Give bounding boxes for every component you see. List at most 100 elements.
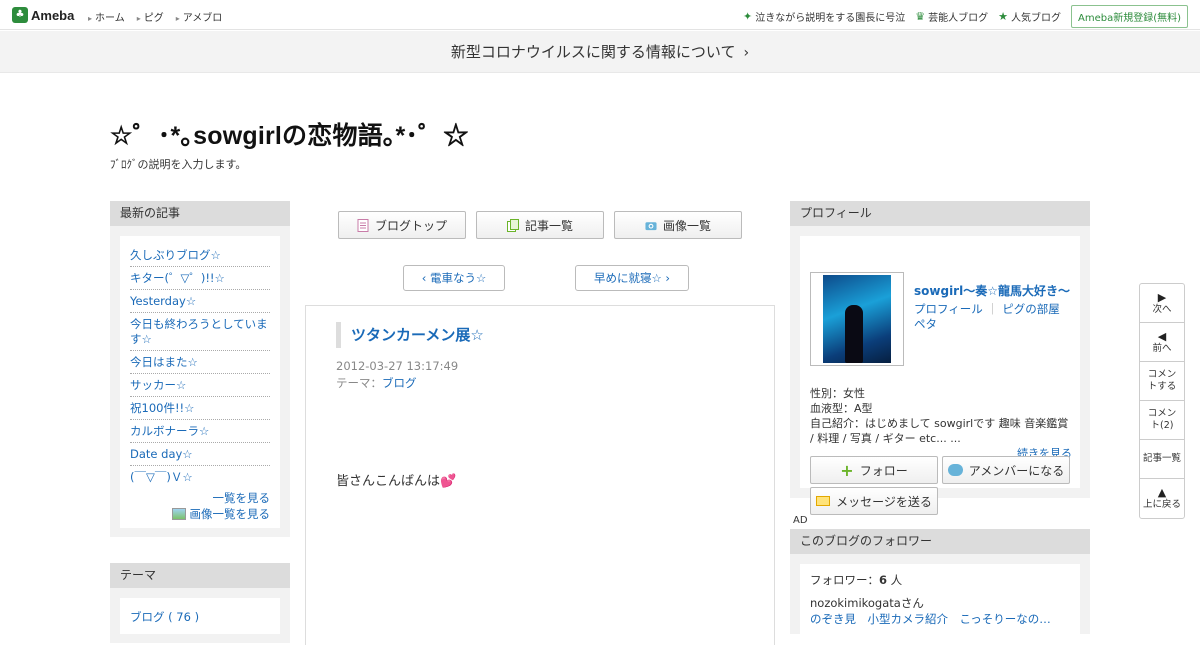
article-entry: ツタンカーメン展☆ 2012-03-27 13:17:49 テーマ：ブログ 皆さ… [305, 305, 775, 645]
prev-article-button[interactable]: ‹ 電車なう☆ [403, 265, 505, 291]
register-button[interactable]: Ameba新規登録(無料) [1070, 5, 1188, 28]
recent-article-link[interactable]: サッカー☆ [130, 378, 186, 392]
popular-blog-link[interactable]: ★ 人気ブログ [998, 9, 1061, 24]
theme-heading: テーマ [110, 563, 290, 588]
recent-article-link[interactable]: Date day☆ [130, 447, 193, 461]
comments-button[interactable]: コメント(2) [1140, 401, 1184, 440]
write-comment-button[interactable]: コメントする [1140, 362, 1184, 401]
nav-pig-link[interactable]: ピグ [137, 9, 164, 24]
follow-label: フォロー [859, 463, 908, 478]
chevron-right-icon: › [743, 45, 750, 61]
crown-icon: ♛ [915, 10, 926, 23]
article-body: 皆さんこんばんは💕 [336, 470, 456, 489]
list-item: キター(゜▽゜)!!☆ [130, 267, 270, 290]
recent-article-link[interactable]: Yesterday☆ [130, 294, 196, 308]
profile-name-link[interactable]: sowgirl～奏☆龍馬大好き～ [914, 282, 1070, 299]
header-right-links: ✦ 泣きながら説明をする園長に号泣 ♛ 芸能人ブログ ★ 人気ブログ Ameba… [743, 5, 1188, 28]
triangle-left-icon: ◀ [1157, 329, 1167, 343]
ameba-logo[interactable]: ♣ Ameba [12, 6, 74, 24]
nav-ameblo-link[interactable]: アメブロ [176, 9, 223, 24]
profile-inner: sowgirl～奏☆龍馬大好き～ プロフィール｜ピグの部屋 ペタ 性別：女性 血… [800, 236, 1080, 515]
article-title[interactable]: ツタンカーメン展☆ [336, 322, 484, 348]
featured-article-label: 泣きながら説明をする園長に号泣 [755, 13, 906, 24]
blog-nav-buttons: ブログトップ 記事一覧 画像一覧 [338, 211, 742, 239]
profile-links: プロフィール｜ピグの部屋 ペタ [914, 302, 1074, 332]
recent-articles-inner: 久しぶりブログ☆ キター(゜▽゜)!!☆ Yesterday☆ 今日も終わろうと… [120, 236, 280, 528]
follower-user-links: のぞき見 小型カメラ紹介 こっそりーなの… [810, 611, 1070, 627]
blog-title[interactable]: ☆゜･*｡sowgirlの恋物語｡*･゜☆ [110, 116, 469, 152]
logo-text: Ameba [31, 7, 75, 23]
next-label: 次へ [1152, 303, 1172, 315]
article-list-label: 記事一覧 [524, 218, 573, 233]
next-article-button[interactable]: 早めに就寝☆ › [575, 265, 689, 291]
profile-gender: 性別：女性 [810, 387, 865, 400]
send-message-button[interactable]: メッセージを送る [810, 487, 938, 515]
see-all-articles-link[interactable]: 一覧を見る [213, 491, 271, 505]
camera-icon [645, 221, 657, 230]
back-to-top-button[interactable]: ▲ 上に戻る [1140, 479, 1184, 518]
follower-count-value: 6 [879, 573, 888, 587]
follower-count-label: フォロワー： [810, 573, 879, 587]
document-icon [357, 218, 369, 232]
article-theme: テーマ：ブログ [336, 375, 417, 391]
list-item: カルボナーラ☆ [130, 420, 270, 443]
image-list-button[interactable]: 画像一覧 [614, 211, 742, 239]
follower-blog-link[interactable]: のぞき見 小型カメラ紹介 こっそりーなの… [810, 612, 1051, 626]
recent-article-link[interactable]: 久しぶりブログ☆ [130, 248, 221, 262]
send-message-label: メッセージを送る [836, 494, 932, 509]
list-item: サッカー☆ [130, 374, 270, 397]
recent-article-link[interactable]: (￣▽￣)Ｖ☆ [130, 470, 193, 484]
next-button[interactable]: ▶ 次へ [1140, 284, 1184, 323]
blog-top-label: ブログトップ [374, 218, 447, 233]
list-item: Yesterday☆ [130, 290, 270, 313]
profile-intro: 自己紹介：はじめまして sowgirlです 趣味 音楽鑑賞 / 料理 / 写真 … [810, 417, 1069, 445]
write-comment-label: コメントする [1147, 369, 1177, 392]
amember-button[interactable]: アメンバーになる [942, 456, 1070, 484]
prev-button[interactable]: ◀ 前へ [1140, 323, 1184, 362]
amember-label: アメンバーになる [968, 463, 1065, 478]
sparkle-icon: ✦ [743, 10, 753, 23]
recent-article-link[interactable]: 今日も終わろうとしています☆ [130, 317, 268, 346]
article-body-text: 皆さんこんばんは [336, 474, 441, 489]
recent-articles-box: 最新の記事 久しぶりブログ☆ キター(゜▽゜)!!☆ Yesterday☆ 今日… [110, 201, 290, 537]
article-theme-label: テーマ： [336, 376, 382, 390]
star-icon: ★ [998, 10, 1008, 23]
global-nav: ホーム ピグ アメブロ [88, 9, 222, 24]
article-list-float-label: 記事一覧 [1142, 453, 1181, 464]
profile-heading: プロフィール [790, 201, 1090, 226]
featured-article-link[interactable]: ✦ 泣きながら説明をする園長に号泣 [743, 9, 905, 24]
follower-heading: このブログのフォロワー [790, 529, 1090, 554]
article-date: 2012-03-27 13:17:49 [336, 359, 459, 373]
theme-inner: ブログ ( 76 ) [120, 598, 280, 634]
profile-body: sowgirl～奏☆龍馬大好き～ プロフィール｜ピグの部屋 ペタ 性別：女性 血… [790, 226, 1090, 515]
follower-username[interactable]: nozokimikogata [810, 596, 901, 610]
recent-article-link[interactable]: 今日はまた☆ [130, 355, 198, 369]
follower-count: フォロワー：6 人 [810, 572, 1070, 588]
recent-article-link[interactable]: カルボナーラ☆ [130, 424, 209, 438]
peta-link[interactable]: ペタ [914, 317, 937, 331]
see-image-list-link[interactable]: 画像一覧を見る [190, 507, 271, 521]
recent-more-links: 一覧を見る 画像一覧を見る [130, 490, 270, 522]
nav-home-link[interactable]: ホーム [88, 9, 125, 24]
article-list-button[interactable]: 記事一覧 [476, 211, 604, 239]
follower-box: このブログのフォロワー フォロワー：6 人 nozokimikogataさん の… [790, 529, 1090, 634]
popular-blog-label: 人気ブログ [1010, 13, 1061, 24]
recent-article-link[interactable]: 祝100件!!☆ [130, 401, 194, 415]
theme-link[interactable]: ブログ ( 76 ) [130, 610, 199, 624]
recent-article-link[interactable]: キター(゜▽゜)!!☆ [130, 271, 225, 285]
profile-link[interactable]: プロフィール [914, 302, 983, 316]
ad-label: AD [793, 515, 808, 526]
article-list-float-button[interactable]: 記事一覧 [1140, 440, 1184, 479]
profile-info: 性別：女性 血液型：A型 自己紹介：はじめまして sowgirlです 趣味 音楽… [810, 386, 1072, 461]
celebrity-blog-link[interactable]: ♛ 芸能人ブログ [915, 9, 988, 24]
link-separator: ｜ [986, 302, 999, 316]
article-theme-link[interactable]: ブログ [382, 376, 417, 390]
triangle-right-icon: ▶ [1157, 290, 1167, 304]
image-list-icon [171, 508, 186, 520]
covid-notice-link[interactable]: 新型コロナウイルスに関する情報について › [0, 31, 1200, 73]
follow-button[interactable]: + フォロー [810, 456, 938, 484]
blog-top-button[interactable]: ブログトップ [338, 211, 466, 239]
pig-room-link[interactable]: ピグの部屋 [1002, 302, 1060, 316]
profile-image[interactable] [810, 272, 904, 366]
covid-notice-label: 新型コロナウイルスに関する情報について [450, 43, 736, 61]
